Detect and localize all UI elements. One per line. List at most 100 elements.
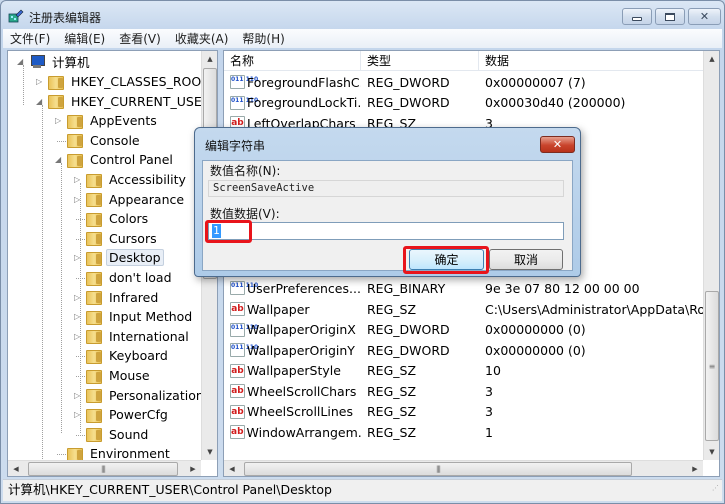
maximize-button[interactable] <box>655 8 685 25</box>
list-scroll-thumb[interactable]: ≡ <box>705 291 719 441</box>
folder-icon <box>86 212 102 227</box>
tree-node[interactable]: ▷ Accessibility <box>74 170 189 189</box>
list-row[interactable]: ab WallpaperStyle REG_SZ 10 <box>224 361 709 381</box>
scroll-up-icon[interactable]: ▲ <box>704 51 719 67</box>
scroll-left-icon[interactable]: ◀ <box>224 461 240 476</box>
tree-node[interactable]: Colors <box>76 209 151 228</box>
folder-icon <box>86 173 102 188</box>
list-hscroll-thumb[interactable]: ||| <box>244 462 632 476</box>
cancel-button[interactable]: 取消 <box>489 249 563 270</box>
minimize-button[interactable] <box>622 8 652 25</box>
value-name: WindowArrangem... <box>246 424 361 440</box>
value-data-input[interactable]: 1 <box>208 222 564 240</box>
cell-data: 3 <box>485 404 493 419</box>
tree-hscroll-thumb[interactable]: ||| <box>28 462 178 476</box>
tree-connector <box>57 454 66 456</box>
list-vertical-scrollbar[interactable]: ▲ ≡ ▼ <box>703 51 719 460</box>
value-name: WallpaperOriginX <box>247 322 356 337</box>
cell-name: 011 110 ForegroundFlashC... <box>224 75 361 90</box>
dialog-close-button[interactable]: ✕ <box>540 136 575 153</box>
annotation-highlight-ok <box>403 246 489 274</box>
computer-icon <box>29 54 45 69</box>
tree-node[interactable]: don't load <box>76 268 175 287</box>
list-horizontal-scrollbar[interactable]: ◀ ||| ▶ <box>224 460 703 476</box>
tree-node[interactable]: ◢ HKEY_CURRENT_USER <box>36 92 213 111</box>
tree-node[interactable]: Mouse <box>76 366 153 385</box>
resize-grip-icon[interactable]: ⋰ <box>712 478 719 498</box>
cell-type: REG_SZ <box>367 383 417 399</box>
list-row[interactable]: ab Wallpaper REG_SZ C:\Users\Administrator\… <box>224 299 709 319</box>
list-row[interactable]: 011 110 ForegroundLockTi... REG_DWORD 0x000… <box>224 93 709 113</box>
tree-node-label: Cursors <box>109 230 157 246</box>
list-row[interactable]: 011 110 WallpaperOriginX REG_DWORD 0x000000… <box>224 320 709 340</box>
menu-edit[interactable]: 编辑(E) <box>57 30 112 47</box>
scroll-down-icon[interactable]: ▼ <box>202 444 217 460</box>
title-bar[interactable]: 注册表编辑器 ✕ <box>1 1 724 29</box>
list-row[interactable]: ab WindowArrangem... REG_SZ 1 <box>224 422 709 442</box>
scroll-right-icon[interactable]: ▶ <box>687 461 703 476</box>
tree-node[interactable]: Console <box>57 131 143 150</box>
cell-type: REG_DWORD <box>367 95 450 110</box>
cell-name: 011 110 WallpaperOriginX <box>224 322 361 337</box>
tree-connector <box>76 434 85 436</box>
column-name[interactable]: 名称 <box>224 51 361 71</box>
tree-node[interactable]: Sound <box>76 425 151 444</box>
cell-type: REG_DWORD <box>367 74 450 90</box>
tree-node[interactable]: ▷ Input Method <box>74 307 195 326</box>
tree-connector <box>42 105 43 476</box>
folder-icon <box>48 94 64 110</box>
menu-favorites[interactable]: 收藏夹(A) <box>168 30 236 47</box>
menu-view[interactable]: 查看(V) <box>112 30 168 47</box>
dialog-title: 编辑字符串 <box>205 139 266 153</box>
tree-node[interactable]: ▷ Personalization <box>74 386 207 405</box>
tree-horizontal-scrollbar[interactable]: ◀ ||| ▶ <box>8 460 201 476</box>
folder-icon <box>86 349 102 364</box>
cell-data: 10 <box>485 363 501 378</box>
tree-node[interactable]: ◢ Control Panel <box>55 150 176 169</box>
string-value-icon: ab <box>230 384 245 398</box>
tree-node[interactable]: ▷ AppEvents <box>55 111 160 130</box>
close-button[interactable]: ✕ <box>688 8 721 25</box>
cell-data: 0x00000007 (7) <box>485 74 586 90</box>
list-row[interactable]: 011 110 WallpaperOriginY REG_DWORD 0x000000… <box>224 340 709 360</box>
expand-arrow-icon[interactable]: ▷ <box>55 117 63 125</box>
tree-node[interactable]: ▷ PowerCfg <box>74 405 171 424</box>
menu-file[interactable]: 文件(F) <box>3 30 57 47</box>
folder-icon <box>86 369 102 384</box>
tree-node-label: Console <box>90 132 140 148</box>
tree-node-computer[interactable]: ◢ 计算机 <box>17 52 93 71</box>
scroll-down-icon[interactable]: ▼ <box>704 444 719 460</box>
cell-data: 3 <box>485 383 493 399</box>
list-row[interactable]: 011 110 UserPreferences... REG_BINARY 9e 3e… <box>224 278 709 298</box>
tree-node-label: Sound <box>109 426 149 442</box>
list-row[interactable]: 011 110 ForegroundFlashC... REG_DWORD 0x000… <box>224 72 709 92</box>
tree-node-label: HKEY_CLASSES_ROOT <box>71 74 209 89</box>
tree-node[interactable]: ▷ HKEY_CLASSES_ROOT <box>36 72 212 91</box>
tree-node[interactable]: Keyboard <box>76 346 171 365</box>
scroll-left-icon[interactable]: ◀ <box>8 461 24 476</box>
tree-node[interactable]: ▷ Desktop <box>74 248 164 267</box>
value-name: ForegroundFlashC... <box>247 74 361 90</box>
expand-arrow-icon[interactable]: ▷ <box>36 78 44 86</box>
tree-node[interactable]: ▷ Infrared <box>74 288 161 307</box>
folder-icon <box>67 133 83 149</box>
tree-node-label: Desktop <box>106 249 164 267</box>
column-type[interactable]: 类型 <box>361 51 479 71</box>
tree-node[interactable]: ▷ International <box>74 327 192 346</box>
tree-node[interactable]: ▷ Appearance <box>74 190 187 209</box>
list-row[interactable]: ab WheelScrollLines REG_SZ 3 <box>224 402 709 422</box>
string-value-icon: ab <box>230 363 245 378</box>
folder-icon <box>86 310 102 325</box>
cell-name: 011 110 WallpaperOriginY <box>224 343 361 358</box>
binary-value-icon: 011 110 <box>230 281 258 295</box>
menu-help[interactable]: 帮助(H) <box>235 30 291 47</box>
cell-type: REG_SZ <box>367 363 417 378</box>
status-bar: 计算机\HKEY_CURRENT_USER\Control Panel\Desk… <box>3 479 722 501</box>
tree-node[interactable]: Cursors <box>76 229 160 248</box>
scroll-up-icon[interactable]: ▲ <box>202 51 217 67</box>
list-row[interactable]: ab WheelScrollChars REG_SZ 3 <box>224 381 709 401</box>
column-data[interactable]: 数据 <box>479 51 703 71</box>
minimize-icon <box>632 16 642 21</box>
scroll-right-icon[interactable]: ▶ <box>185 461 201 476</box>
regedit-icon <box>8 9 24 23</box>
